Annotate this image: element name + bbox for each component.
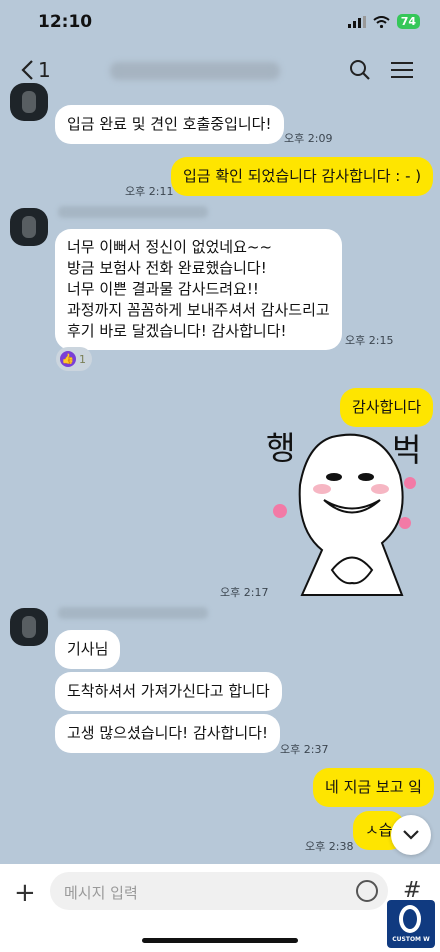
sticker-text-right: 벅 <box>392 431 421 469</box>
sender-name-blurred <box>58 607 208 619</box>
message-input[interactable]: 메시지 입력 <box>50 872 388 910</box>
message-bubble: 입금 완료 및 견인 호출중입니다! <box>55 105 284 144</box>
back-count: 1 <box>38 58 51 82</box>
my-message-bubble: 감사합니다 <box>340 388 434 427</box>
sticker-image: 행 벅 <box>262 425 430 597</box>
my-message-bubble: 네 지금 보고 잌 <box>313 768 435 807</box>
watermark-logo: CUSTOM W <box>387 900 435 948</box>
menu-icon[interactable] <box>390 58 414 82</box>
message-bubble: 너무 이뻐서 정신이 없었네요~~ 방금 보험사 전화 완료했습니다! 너무 이… <box>55 229 342 350</box>
wifi-icon <box>373 15 390 28</box>
reaction-badge[interactable]: 👍 1 <box>56 347 92 371</box>
my-message-bubble: 입금 확인 되었습니다 감사합니다 : - ) <box>171 157 434 196</box>
scroll-down-button[interactable] <box>391 815 431 855</box>
chat-title-blurred <box>110 62 280 80</box>
battery-icon: 74 <box>396 14 420 29</box>
sender-name-blurred <box>58 206 208 218</box>
message-time: 오후 2:38 <box>305 840 354 853</box>
message-time: 오후 2:09 <box>284 132 333 145</box>
avatar[interactable] <box>10 608 48 646</box>
chevron-left-icon <box>21 60 33 80</box>
chevron-down-icon <box>403 830 419 840</box>
message-time: 오후 2:17 <box>220 586 269 599</box>
message-input-placeholder: 메시지 입력 <box>64 884 138 902</box>
add-attachment-button[interactable]: + <box>14 878 36 908</box>
status-time: 12:10 <box>38 12 93 32</box>
reaction-count: 1 <box>79 352 86 366</box>
avatar[interactable] <box>10 208 48 246</box>
logo-text: CUSTOM W <box>392 936 430 943</box>
status-bar: 12:10 74 <box>0 0 440 46</box>
message-time: 오후 2:11 <box>125 185 174 198</box>
sticker-text-left: 행 <box>266 429 295 467</box>
status-icons: 74 <box>347 14 420 29</box>
logo-ring-icon <box>399 905 421 933</box>
signal-icon <box>347 15 366 28</box>
message-time: 오후 2:37 <box>280 743 329 756</box>
home-indicator <box>142 938 298 943</box>
back-button[interactable]: 1 <box>20 58 51 82</box>
sticker-face-icon: 행 벅 <box>266 429 421 596</box>
message-bubble: 도착하셔서 가져가신다고 합니다 <box>55 672 282 711</box>
search-icon[interactable] <box>348 58 372 82</box>
message-time: 오후 2:15 <box>345 334 394 347</box>
message-bubble: 기사님 <box>55 630 121 669</box>
emoji-icon[interactable] <box>356 880 378 902</box>
chat-header: 1 <box>0 46 440 96</box>
message-bubble: 고생 많으셨습니다! 감사합니다! <box>55 714 280 753</box>
thumbs-up-icon: 👍 <box>60 351 76 367</box>
avatar[interactable] <box>10 83 48 121</box>
